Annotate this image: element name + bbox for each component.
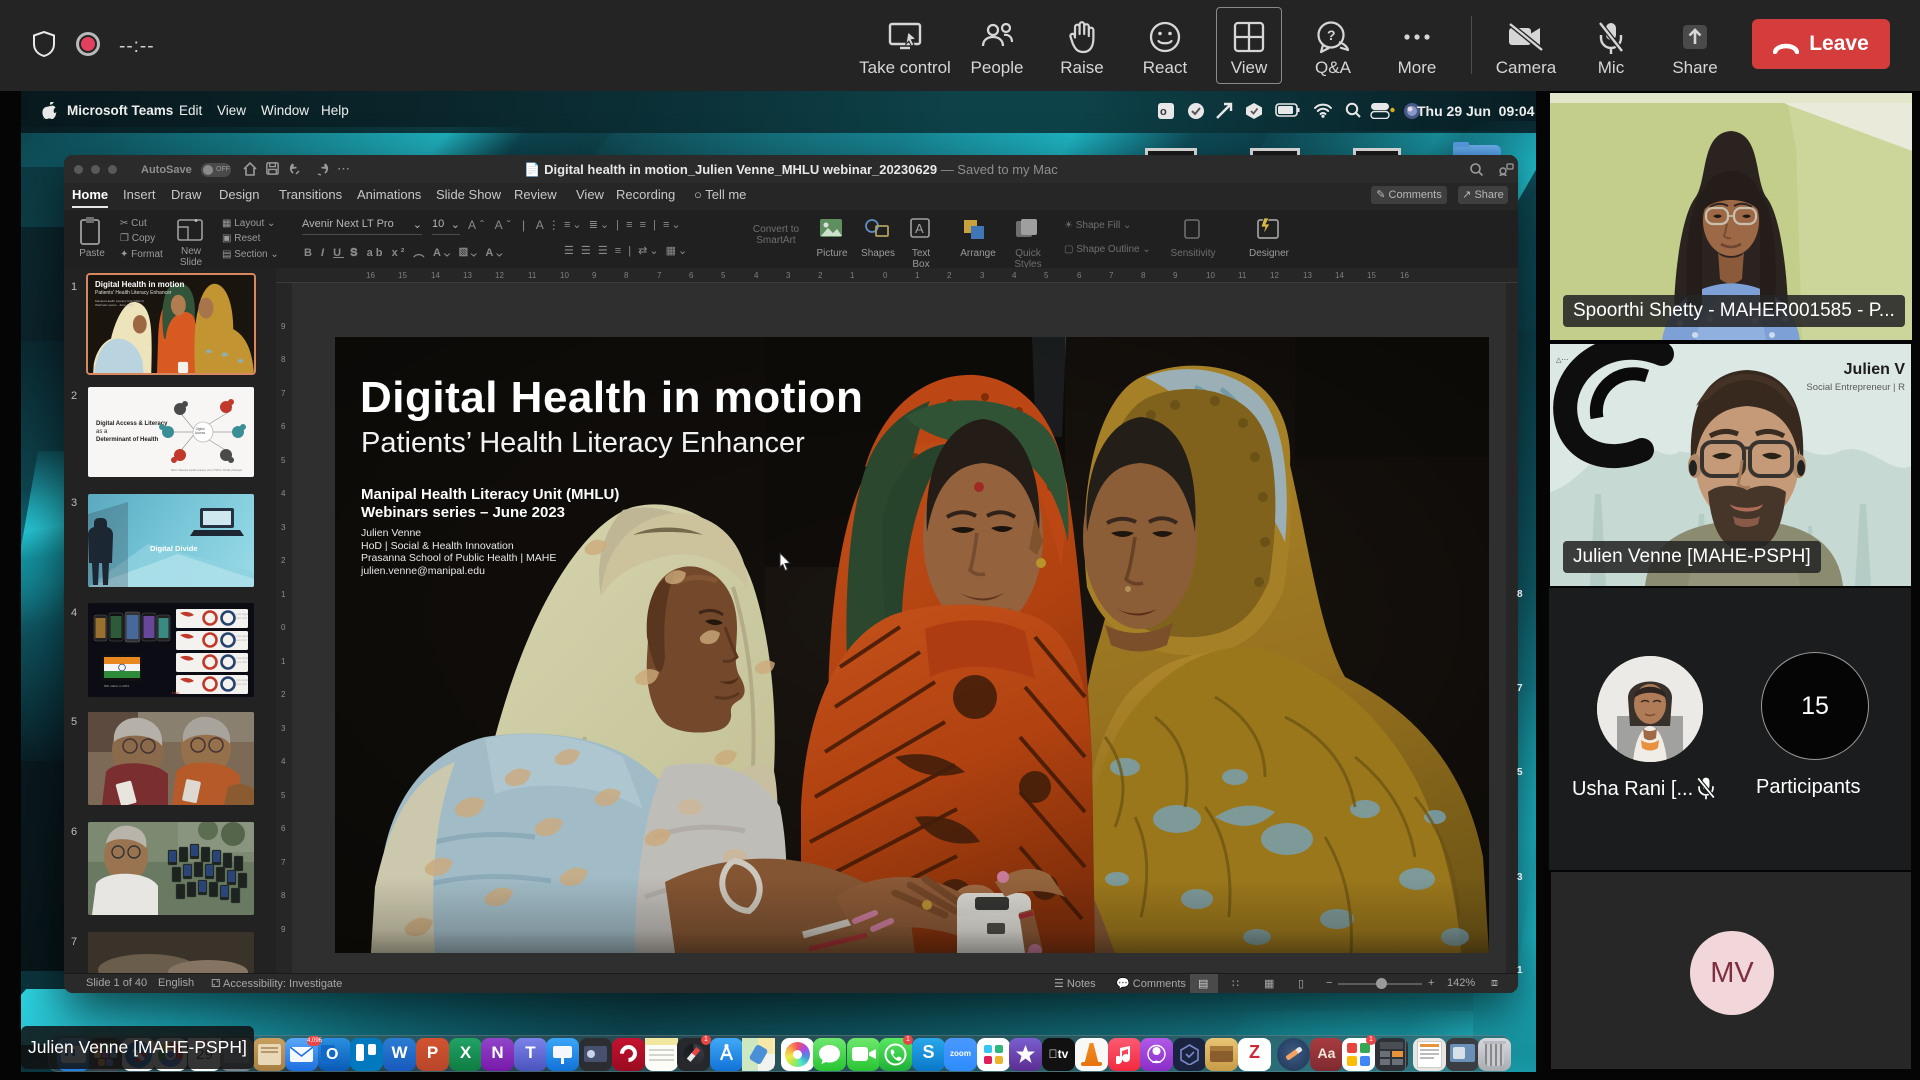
svg-text:Determinant of Health: Determinant of Health [96, 437, 159, 443]
svg-text:stats 2023: stats 2023 [236, 617, 248, 620]
svg-text:?: ? [1327, 27, 1336, 43]
svg-text:Social Entrepreneur | R: Social Entrepreneur | R [1806, 382, 1905, 393]
svg-text:India digital: India digital [236, 635, 249, 638]
svg-text:stats 2023: stats 2023 [236, 683, 248, 686]
svg-text:Julien V: Julien V [1844, 361, 1906, 378]
svg-text:India digital: India digital [236, 613, 249, 616]
svg-text:o: o [1160, 106, 1167, 118]
svg-text:stats 2023: stats 2023 [236, 661, 248, 664]
svg-text:△⋯: △⋯ [1556, 357, 1568, 364]
svg-text:Access: Access [195, 431, 206, 435]
svg-text:600 million in 2023: 600 million in 2023 [104, 684, 129, 688]
svg-text:Digital Divide: Digital Divide [150, 544, 198, 553]
svg-text:India digital: India digital [236, 679, 249, 682]
svg-text:A: A [915, 221, 924, 236]
svg-text:Lets: Lets [172, 690, 180, 695]
svg-text:Digital Access & Literacy: Digital Access & Literacy [96, 421, 168, 427]
svg-text:as a: as a [96, 429, 108, 435]
svg-text:MHLU Manipal Health Literacy U: MHLU Manipal Health Literacy Unit | PSPH… [171, 468, 242, 472]
svg-text:India digital: India digital [236, 657, 249, 660]
svg-text:stats 2023: stats 2023 [236, 639, 248, 642]
